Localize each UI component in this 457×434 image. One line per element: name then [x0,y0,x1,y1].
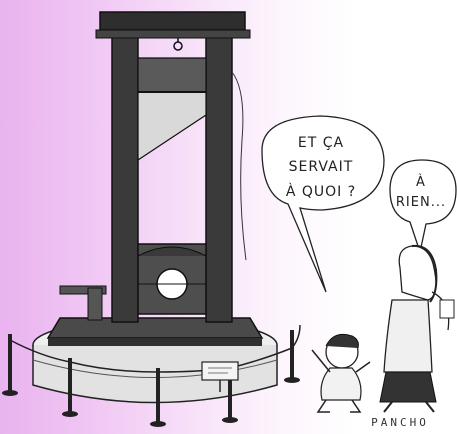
guillotine-blade [137,57,207,162]
bubble-child-line-2: SERVAIT [289,159,354,175]
bubble-adult-line-2: RIEN... [396,195,446,210]
bubble-adult-line-1: À [416,174,426,190]
woman-figure [379,244,455,413]
cartoon-drawing: ET ÇA SERVAIT À QUOI ? À RIEN... PANCHO [2,11,457,429]
cartoon-scene: ET ÇA SERVAIT À QUOI ? À RIEN... PANCHO [0,0,457,434]
guillotine-lunette [137,243,207,315]
bubble-child-line-1: ET ÇA [298,135,344,151]
speech-bubble-child: ET ÇA SERVAIT À QUOI ? [261,115,385,293]
speech-bubble-adult: À RIEN... [389,159,457,255]
child-figure [311,333,371,413]
artist-signature: PANCHO [371,416,429,429]
bubble-child-line-3: À QUOI ? [286,183,356,200]
